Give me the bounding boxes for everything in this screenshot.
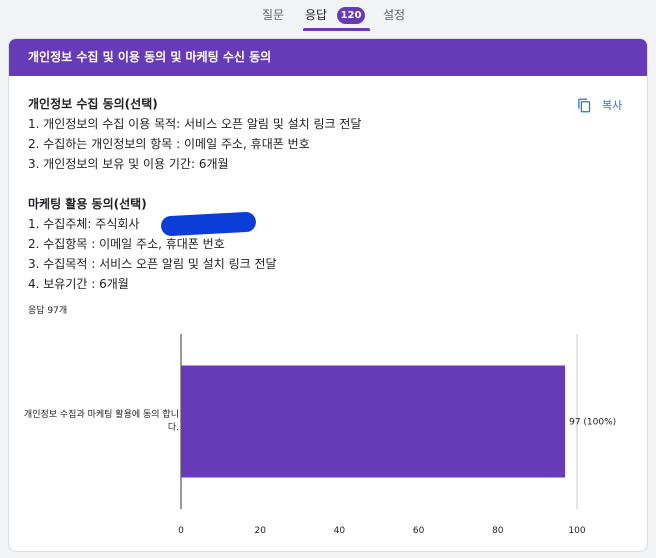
- marketing-line-3: 3. 수집목적 : 서비스 오픈 알림 및 설치 링크 전달: [28, 257, 277, 271]
- redaction-mark: [160, 211, 257, 237]
- copy-label: 복사: [602, 99, 623, 112]
- section-heading-privacy: 개인정보 수집 동의(선택): [28, 97, 158, 111]
- x-tick-label-1: 20: [254, 526, 266, 534]
- marketing-line-2: 2. 수집항목 : 이메일 주소, 휴대폰 번호: [28, 237, 225, 251]
- copy-chart-button[interactable]: 복사: [577, 95, 622, 115]
- bar-0: [181, 365, 566, 478]
- responses-count-badge: 120: [337, 7, 365, 24]
- copy-icon: [578, 98, 591, 112]
- x-tick-label-3: 60: [413, 526, 425, 534]
- tab-settings[interactable]: 설정: [383, 0, 405, 31]
- tab-questions[interactable]: 질문: [262, 0, 284, 31]
- active-tab-indicator: [303, 28, 370, 31]
- tab-responses-label: 응답: [305, 8, 328, 22]
- x-tick-label-0: 0: [178, 526, 184, 534]
- privacy-line-3: 3. 개인정보의 보유 및 이용 기간: 6개월: [28, 157, 229, 171]
- tab-responses[interactable]: 응답 120: [303, 0, 370, 31]
- x-tick-label-4: 80: [492, 526, 504, 534]
- x-tick-label-2: 40: [334, 526, 346, 534]
- question-title: 개인정보 수집 및 이용 동의 및 마케팅 수신 동의: [9, 39, 647, 76]
- tab-bar: 질문 응답 120 설정: [0, 0, 656, 31]
- response-count: 응답 97개: [28, 306, 68, 316]
- category-label: 개인정보 수집과 마케팅 활용에 동의 합니다.: [23, 410, 179, 433]
- question-summary-card: 개인정보 수집 및 이용 동의 및 마케팅 수신 동의 복사 개인정보 수집 동…: [8, 38, 648, 552]
- marketing-line-4: 4. 보유기간 : 6개월: [28, 277, 129, 291]
- x-tick-label-5: 100: [568, 526, 585, 534]
- bar-value-label-0: 97 (100%): [569, 418, 616, 428]
- section-heading-marketing: 마케팅 활용 동의(선택): [28, 197, 147, 211]
- privacy-line-2: 2. 수집하는 개인정보의 항목 : 이메일 주소, 휴대폰 번호: [28, 137, 310, 151]
- marketing-line-1: 1. 수집주체: 주식회사: [28, 217, 140, 231]
- privacy-line-1: 1. 개인정보의 수집 이용 목적: 서비스 오픈 알림 및 설치 링크 전달: [28, 117, 362, 131]
